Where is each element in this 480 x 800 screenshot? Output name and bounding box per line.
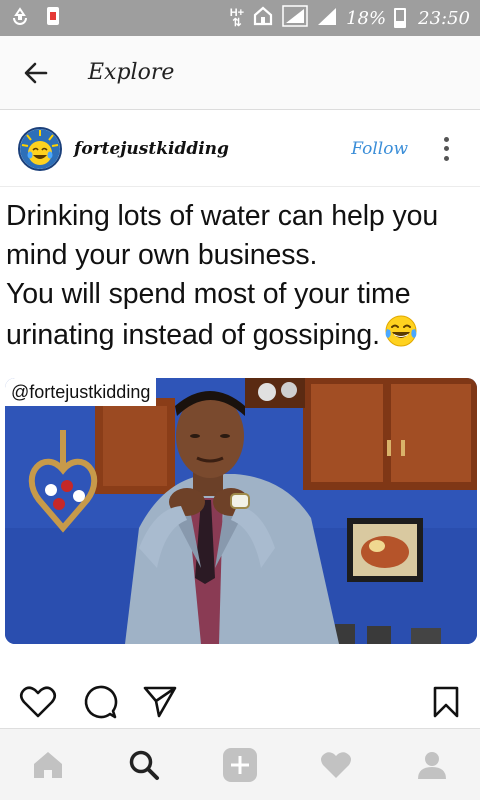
nav-add[interactable] (216, 741, 264, 789)
top-app-bar: Explore (0, 36, 480, 110)
data-arrows-icon: H+ ⇅ (229, 7, 245, 29)
dot (443, 155, 449, 161)
vertical-dots-icon (443, 136, 449, 142)
nav-home[interactable] (24, 741, 72, 789)
share-button[interactable] (140, 680, 180, 724)
profile-icon (418, 751, 446, 779)
status-bar: H+ ⇅ 18% 23:50 (0, 0, 480, 36)
heart-icon (321, 751, 351, 778)
bottom-navigation (0, 728, 480, 800)
tears-of-joy-emoji (384, 314, 418, 359)
post-image[interactable]: @fortejustkidding (5, 378, 477, 644)
caption-line: Drinking lots of water can help you (6, 200, 439, 232)
home-icon (252, 5, 274, 32)
recycle-icon (10, 6, 30, 31)
post-actions (0, 680, 480, 728)
home-icon (34, 751, 62, 778)
nav-activity[interactable] (312, 741, 360, 789)
avatar[interactable] (18, 126, 62, 171)
like-button[interactable] (18, 680, 58, 724)
meme-photo (5, 378, 477, 644)
comment-icon (84, 685, 118, 719)
clock: 23:50 (418, 7, 470, 29)
network-type-label: H+ (229, 7, 245, 19)
battery-percent: 18% (346, 7, 387, 29)
caption-line: mind your own business. (6, 239, 318, 271)
signal-icon (316, 5, 338, 32)
notification-alert-icon (44, 5, 62, 32)
caption-line: You will spend most of your time (6, 278, 411, 310)
caption-line: urinating instead of gossiping. (6, 319, 380, 351)
post-header: fortejustkidding Follow (0, 111, 480, 187)
nav-profile[interactable] (408, 741, 456, 789)
signal-icon (282, 4, 308, 32)
share-icon (143, 686, 177, 718)
more-options-button[interactable] (434, 134, 458, 164)
back-button[interactable] (0, 36, 72, 110)
post-username[interactable]: fortejustkidding (74, 139, 229, 159)
battery-icon (394, 8, 407, 28)
search-icon (129, 750, 159, 780)
image-watermark: @fortejustkidding (5, 378, 157, 406)
add-icon (223, 747, 257, 782)
bookmark-button[interactable] (426, 680, 466, 724)
dot (443, 146, 449, 151)
bookmark-icon (433, 686, 459, 718)
caption-line-last: urinating instead of gossiping. (6, 314, 478, 359)
comment-button[interactable] (80, 680, 120, 724)
post-caption: Drinking lots of water can help you mind… (6, 197, 478, 359)
follow-button[interactable]: Follow (351, 139, 408, 159)
nav-search[interactable] (120, 741, 168, 789)
heart-icon (19, 686, 57, 718)
arrow-left-icon (24, 62, 48, 83)
page-title: Explore (88, 60, 175, 85)
